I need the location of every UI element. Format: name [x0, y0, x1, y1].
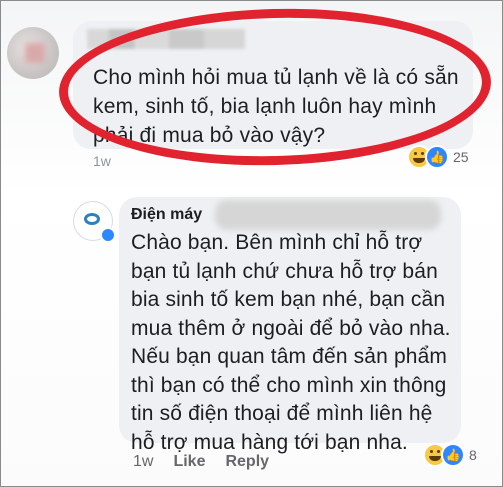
- store-logo-icon: [84, 213, 100, 225]
- reply-text: Chào bạn. Bên mình chỉ hỗ trợ bạn tủ lạn…: [131, 231, 451, 454]
- question-reaction-count: 25: [453, 149, 469, 165]
- store-avatar[interactable]: [73, 201, 116, 243]
- verified-badge-icon: [100, 227, 116, 243]
- commenter-avatar-blurred[interactable]: [7, 27, 59, 79]
- thumbs-up-icon: 👍: [425, 145, 449, 169]
- thumbs-up-icon: 👍: [441, 443, 465, 467]
- question-reactions[interactable]: 👍 25: [407, 145, 469, 169]
- reply-reaction-count: 8: [469, 447, 477, 463]
- reply-button[interactable]: Reply: [225, 453, 269, 471]
- question-time: 1w: [93, 153, 111, 169]
- reply-time: 1w: [133, 453, 154, 470]
- reply-author-name-blurred: [215, 200, 441, 230]
- avatar-blur: [25, 43, 45, 63]
- reply-actions: 1w Like Reply: [133, 453, 269, 471]
- screenshot-frame: Cho mình hỏi mua tủ lạnh về là có sẵn ke…: [0, 0, 503, 487]
- reply-reactions[interactable]: 👍 8: [423, 443, 477, 467]
- reply-author-name[interactable]: Điện máy: [131, 206, 202, 224]
- like-button[interactable]: Like: [173, 453, 205, 471]
